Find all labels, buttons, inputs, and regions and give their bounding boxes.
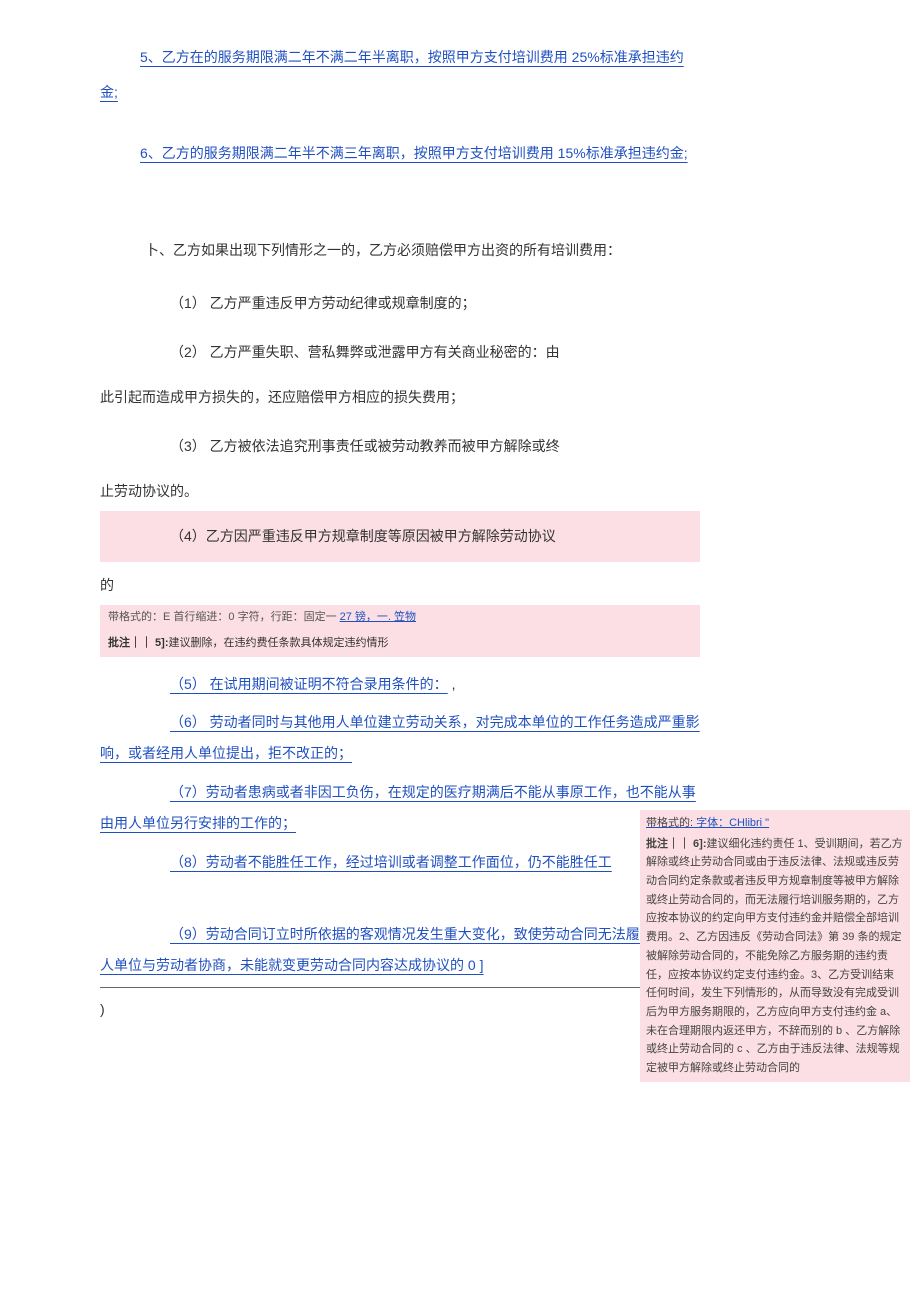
comment-5-label: 批注｜｜ 5]: — [108, 637, 169, 649]
section-b-item-3b: 止劳动协议的。 — [100, 474, 700, 509]
item-6: （6） 劳动者同时与其他用人单位建立劳动关系，对完成本单位的工作任务造成严重影响… — [100, 714, 700, 761]
sidebar-format-value: 字体：CHlibri " — [693, 817, 769, 829]
comment-sidebar: 带格式的: 字体：CHlibri " 批注｜｜ 6]:建议细化违约责任 1、受训… — [640, 810, 910, 1082]
section-b-item-4a: （4）乙方因严重违反甲方规章制度等原因被甲方解除劳动协议 — [100, 513, 556, 560]
format-link: 27 镑，一. 笠物 — [340, 611, 416, 623]
clause-5: 5、乙方在的服务期限满二年不满二年半离职，按照甲方支付培训费用 25%标准承担违… — [100, 40, 700, 110]
clause-6: 6、乙方的服务期限满二年半不满三年离职，按照甲方支付培训费用 15%标准承担违约… — [100, 136, 700, 171]
item-9: （9）劳动合同订立时所依据的客观情况发生重大变化，致使劳动合同无法履行，经用人单… — [100, 926, 696, 973]
item-8: （8）劳动者不能胜任工作，经过培训或者调整工作面位，仍不能胜任工 — [170, 854, 612, 870]
blue-items: （5） 在试用期间被证明不符合录用条件的： , （6） 劳动者同时与其他用人单位… — [100, 669, 700, 981]
highlight-item-4a: （4）乙方因严重违反甲方规章制度等原因被甲方解除劳动协议 — [100, 511, 700, 562]
close-paren: ) — [100, 988, 700, 1027]
sidebar-comment-label: 批注｜｜ 6]: — [646, 838, 707, 850]
clause-6-text: 6、乙方的服务期限满二年半不满三年离职，按照甲方支付培训费用 15%标准承担违约… — [100, 145, 688, 161]
section-b-item-2b: 此引起而造成甲方损失的，还应赔偿甲方相应的损失费用； — [100, 380, 700, 415]
section-b-item-1: （1） 乙方严重违反甲方劳动纪律或规章制度的； — [100, 286, 700, 321]
item-5: （5） 在试用期间被证明不符合录用条件的： — [170, 676, 448, 692]
item-7: （7）劳动者患病或者非因工负伤，在规定的医疗期满后不能从事原工作，也不能从事由用… — [100, 784, 696, 831]
sidebar-format-label: 带格式的: — [646, 817, 693, 829]
section-b-intro: 卜、乙方如果出现下列情形之一的，乙方必须赔偿甲方出资的所有培训费用： — [100, 233, 700, 268]
clause-5-text: 5、乙方在的服务期限满二年不满二年半离职，按照甲方支付培训费用 25%标准承担违… — [100, 49, 684, 100]
format-prefix: 带格式的：E — [108, 611, 173, 623]
sidebar-format-header: 带格式的: 字体：CHlibri " — [646, 814, 904, 835]
section-b-item-2a: （2） 乙方严重失职、营私舞弊或泄露甲方有关商业秘密的：由 — [100, 335, 700, 370]
sidebar-comment-text: 建议细化违约责任 1、受训期间，若乙方解除或终止劳动合同或由于违反法律、法规或违… — [646, 838, 903, 1074]
comment-annotation-5: 批注｜｜ 5]:建议删除，在违约费任条款具体规定违约情形 — [100, 631, 700, 657]
format-middle: 首行缩进：0 字符，行距：固定一 — [173, 611, 339, 623]
section-b-item-4b: 的 — [100, 562, 700, 603]
sidebar-comment-6: 批注｜｜ 6]:建议细化违约责任 1、受训期间，若乙方解除或终止劳动合同或由于违… — [646, 835, 904, 1078]
format-annotation-1: 带格式的：E 首行缩进：0 字符，行距：固定一 27 镑，一. 笠物 — [100, 605, 700, 631]
comment-5-text: 建议删除，在违约费任条款具体规定违约情形 — [169, 637, 389, 649]
section-b-item-3a: （3） 乙方被依法追究刑事责任或被劳动教养而被甲方解除或终 — [100, 429, 700, 464]
